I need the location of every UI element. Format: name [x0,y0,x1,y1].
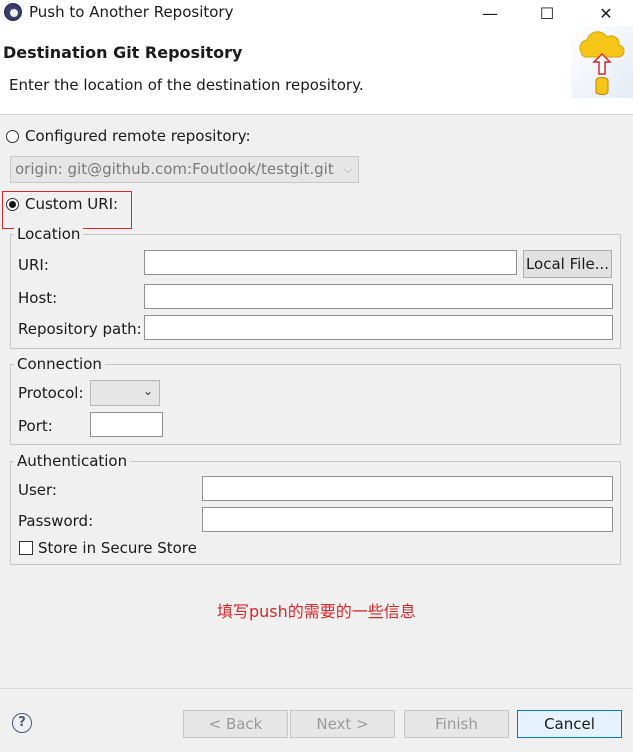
remote-select-value: origin: git@github.com:Foutlook/testgit.… [15,160,334,178]
configured-remote-radio[interactable] [6,130,19,143]
eclipse-app-icon [4,3,22,21]
close-icon: ✕ [599,3,613,23]
chevron-down-icon: ⌵ [343,163,352,176]
uri-label: URI: [18,256,49,274]
configured-remote-label: Configured remote repository: [25,127,251,145]
finish-button[interactable]: Finish [404,710,509,738]
location-group-title: Location [14,225,84,243]
title-bar: Push to Another Repository — ☐ ✕ [0,0,633,26]
help-icon[interactable]: ? [12,713,32,733]
remote-select[interactable]: origin: git@github.com:Foutlook/testgit.… [10,156,359,183]
port-input[interactable] [90,412,163,437]
user-label: User: [18,481,57,499]
protocol-label: Protocol: [18,384,84,402]
store-secure-checkbox[interactable] [19,541,33,555]
push-dialog: Push to Another Repository — ☐ ✕ Destina… [0,0,633,752]
repository-path-label: Repository path: [18,320,142,338]
maximize-button[interactable]: ☐ [524,0,570,26]
cloud-upload-database-icon [571,26,633,98]
maximize-icon: ☐ [539,3,555,23]
close-button[interactable]: ✕ [583,0,629,26]
repository-path-input[interactable] [144,315,613,340]
minimize-icon: — [482,3,498,23]
wizard-banner: Destination Git Repository Enter the loc… [0,26,633,115]
connection-group-title: Connection [14,355,105,373]
back-button[interactable]: < Back [183,710,288,738]
custom-uri-radio[interactable] [6,198,19,211]
annotation-note: 填写push的需要的一些信息 [217,602,416,621]
local-file-button[interactable]: Local File... [523,250,612,278]
protocol-select[interactable]: ⌄ [90,380,160,406]
password-input[interactable] [202,507,613,532]
host-label: Host: [18,289,58,307]
port-label: Port: [18,417,53,435]
page-title: Destination Git Repository [3,43,243,62]
footer-separator [0,688,633,689]
uri-input[interactable] [144,250,517,275]
user-input[interactable] [202,476,613,501]
page-description: Enter the location of the destination re… [9,76,364,94]
store-secure-label: Store in Secure Store [38,539,197,557]
password-label: Password: [18,512,94,530]
custom-uri-label: Custom URI: [25,195,119,213]
window-title: Push to Another Repository [29,3,234,21]
chevron-down-icon: ⌄ [142,384,153,398]
cancel-button[interactable]: Cancel [517,710,622,738]
authentication-group-title: Authentication [14,452,131,470]
host-input[interactable] [144,284,613,309]
next-button[interactable]: Next > [290,710,395,738]
minimize-button[interactable]: — [467,0,513,26]
